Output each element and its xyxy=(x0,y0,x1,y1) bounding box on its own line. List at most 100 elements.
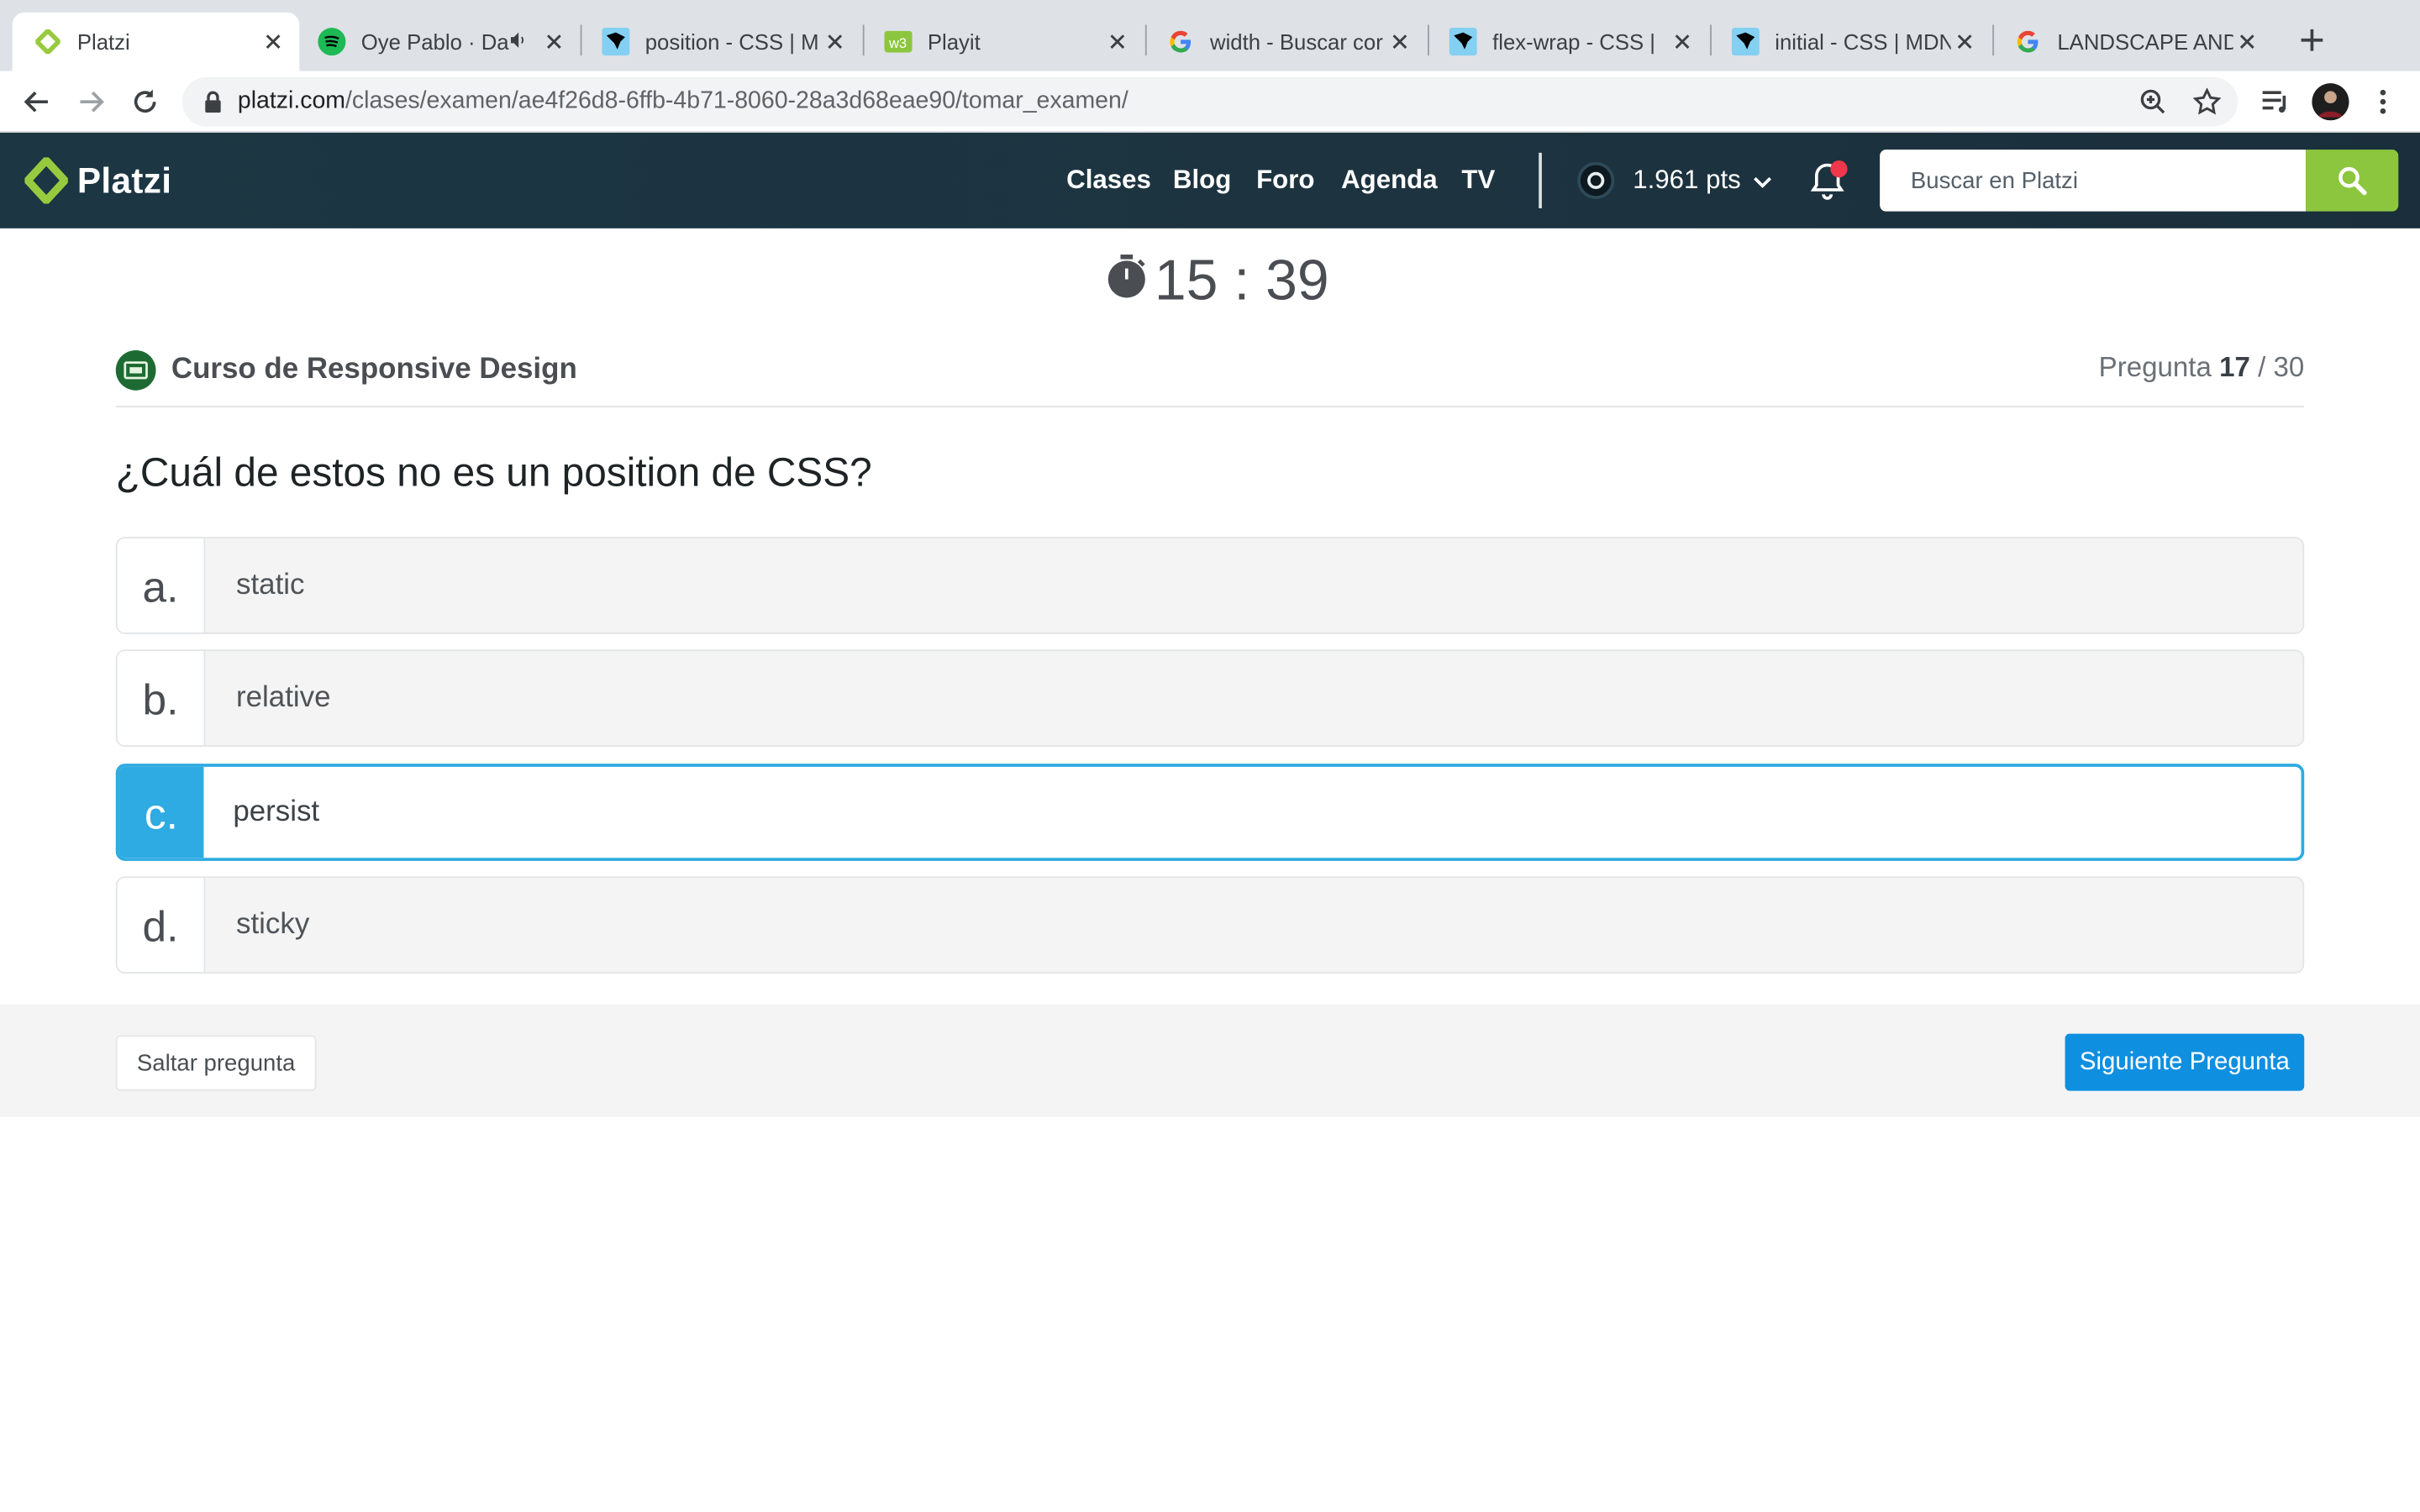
mdn-icon xyxy=(1449,28,1477,56)
option-b[interactable]: b. relative xyxy=(115,649,2305,747)
timer-value: 15 : 39 xyxy=(1154,248,1329,312)
mdn-icon xyxy=(602,28,630,56)
tab-platzi[interactable]: Platzi xyxy=(12,12,300,71)
option-a[interactable]: a. static xyxy=(115,537,2305,634)
tab-title: initial - CSS | MDN xyxy=(1775,29,1951,55)
option-text: sticky xyxy=(236,907,310,941)
question-counter: Pregunta 17 / 30 xyxy=(2099,352,2305,385)
tab-title: flex-wrap - CSS | xyxy=(1492,29,1655,55)
url-host: platzi.com xyxy=(237,87,346,114)
notification-dot xyxy=(1830,160,1848,178)
browser-tab-strip: Platzi Oye Pablo · Da position - CSS | M… xyxy=(0,0,2420,71)
search-icon xyxy=(2338,166,2367,196)
option-c[interactable]: c. persist xyxy=(115,764,2305,861)
divider xyxy=(115,406,2305,407)
course-badge-icon xyxy=(115,349,156,391)
notifications-button[interactable] xyxy=(1809,160,1849,201)
close-icon[interactable] xyxy=(1386,28,1413,55)
media-control-icon[interactable] xyxy=(2256,83,2293,120)
tab-title: Playit xyxy=(927,29,981,55)
option-letter: d. xyxy=(117,878,206,973)
playit-icon: w3 xyxy=(884,28,913,55)
question-counter-label: Pregunta xyxy=(2098,351,2212,383)
reload-button[interactable] xyxy=(127,83,164,120)
arrow-left-icon xyxy=(24,91,48,113)
skip-question-button[interactable]: Saltar pregunta xyxy=(115,1035,317,1091)
points-badge-icon xyxy=(1577,161,1615,199)
arrow-right-icon xyxy=(80,91,104,113)
menu-icon[interactable] xyxy=(2365,83,2402,120)
nav-tv[interactable]: TV xyxy=(1461,133,1495,228)
mdn-icon xyxy=(1731,28,1760,56)
total-questions: / 30 xyxy=(2258,351,2305,383)
close-icon[interactable] xyxy=(1951,28,1979,55)
back-button[interactable] xyxy=(18,83,55,120)
close-icon[interactable] xyxy=(260,28,287,55)
tab-title: position - CSS | M xyxy=(644,29,819,55)
exam-timer: 15 : 39 xyxy=(1105,247,1329,315)
browser-toolbar: platzi.com/clases/examen/ae4f26d8-6ffb-4… xyxy=(0,71,2420,133)
platzi-logo-icon xyxy=(24,157,68,204)
tab-playit[interactable]: w3 Playit xyxy=(863,13,1144,71)
platzi-icon xyxy=(34,28,61,55)
forward-button[interactable] xyxy=(72,83,109,120)
points-menu[interactable]: 1.961 pts xyxy=(1577,133,1771,228)
tab-flex-wrap[interactable]: flex-wrap - CSS | xyxy=(1428,13,1708,71)
close-icon[interactable] xyxy=(821,28,849,55)
nav-agenda[interactable]: Agenda xyxy=(1341,133,1438,228)
reload-icon xyxy=(134,89,156,113)
option-text: persist xyxy=(233,795,320,828)
header-divider xyxy=(1539,152,1542,208)
option-text: relative xyxy=(236,680,331,714)
tab-position-css[interactable]: position - CSS | M xyxy=(581,13,861,71)
tab-title: Oye Pablo · Da xyxy=(360,29,509,55)
svg-text:w3: w3 xyxy=(888,35,907,51)
logo-text: Platzi xyxy=(76,160,172,200)
profile-avatar[interactable] xyxy=(2312,83,2349,121)
tab-title: width - Buscar cor xyxy=(1210,29,1383,55)
option-letter: a. xyxy=(117,538,206,633)
url-text: platzi.com/clases/examen/ae4f26d8-6ffb-4… xyxy=(238,88,1128,116)
chevron-down-icon xyxy=(1753,165,1771,197)
points-value: 1.961 pts xyxy=(1633,165,1741,195)
nav-clases[interactable]: Clases xyxy=(1066,133,1151,228)
zoom-icon[interactable] xyxy=(2136,85,2170,118)
search-input[interactable] xyxy=(1880,150,2307,212)
next-question-button[interactable]: Siguiente Pregunta xyxy=(2065,1033,2305,1091)
tab-initial[interactable]: initial - CSS | MDN xyxy=(1710,13,1991,71)
search-button[interactable] xyxy=(2306,150,2399,212)
speaker-icon[interactable] xyxy=(509,29,528,54)
current-question-number: 17 xyxy=(2219,351,2250,383)
course-info: Curso de Responsive Design xyxy=(115,349,577,391)
option-text: static xyxy=(236,568,305,601)
star-icon[interactable] xyxy=(2190,85,2223,118)
tab-title: Platzi xyxy=(76,29,130,55)
nav-foro[interactable]: Foro xyxy=(1256,133,1314,228)
google-icon xyxy=(1167,28,1195,55)
tab-title: LANDSCAPE AND xyxy=(2057,29,2233,55)
tab-spotify[interactable]: Oye Pablo · Da xyxy=(297,13,581,71)
close-icon[interactable] xyxy=(1669,28,1697,55)
close-icon[interactable] xyxy=(1103,28,1131,55)
stopwatch-icon xyxy=(1105,249,1148,313)
course-name: Curso de Responsive Design xyxy=(171,353,577,386)
option-letter: b. xyxy=(117,651,206,746)
tab-landscape[interactable]: LANDSCAPE AND xyxy=(1992,13,2273,71)
lock-icon xyxy=(201,90,225,114)
close-icon[interactable] xyxy=(2233,28,2261,55)
close-icon[interactable] xyxy=(540,28,568,55)
nav-blog[interactable]: Blog xyxy=(1173,133,1231,228)
address-bar[interactable]: platzi.com/clases/examen/ae4f26d8-6ffb-4… xyxy=(182,76,2238,127)
site-header: Platzi Clases Blog Foro Agenda TV 1.961 … xyxy=(0,132,2420,228)
url-path: /clases/examen/ae4f26d8-6ffb-4b71-8060-2… xyxy=(345,87,1128,114)
tab-google-width[interactable]: width - Buscar cor xyxy=(1145,13,1426,71)
plus-icon xyxy=(2301,29,2323,51)
spotify-icon xyxy=(318,28,346,56)
option-letter: c. xyxy=(118,766,204,858)
google-icon xyxy=(2014,28,2042,55)
exam-footer: Saltar pregunta Siguiente Pregunta xyxy=(0,1004,2420,1117)
question-text: ¿Cuál de estos no es un position de CSS? xyxy=(115,449,872,496)
platzi-logo[interactable]: Platzi xyxy=(24,156,171,206)
option-d[interactable]: d. sticky xyxy=(115,876,2305,974)
new-tab-button[interactable] xyxy=(2293,22,2330,59)
